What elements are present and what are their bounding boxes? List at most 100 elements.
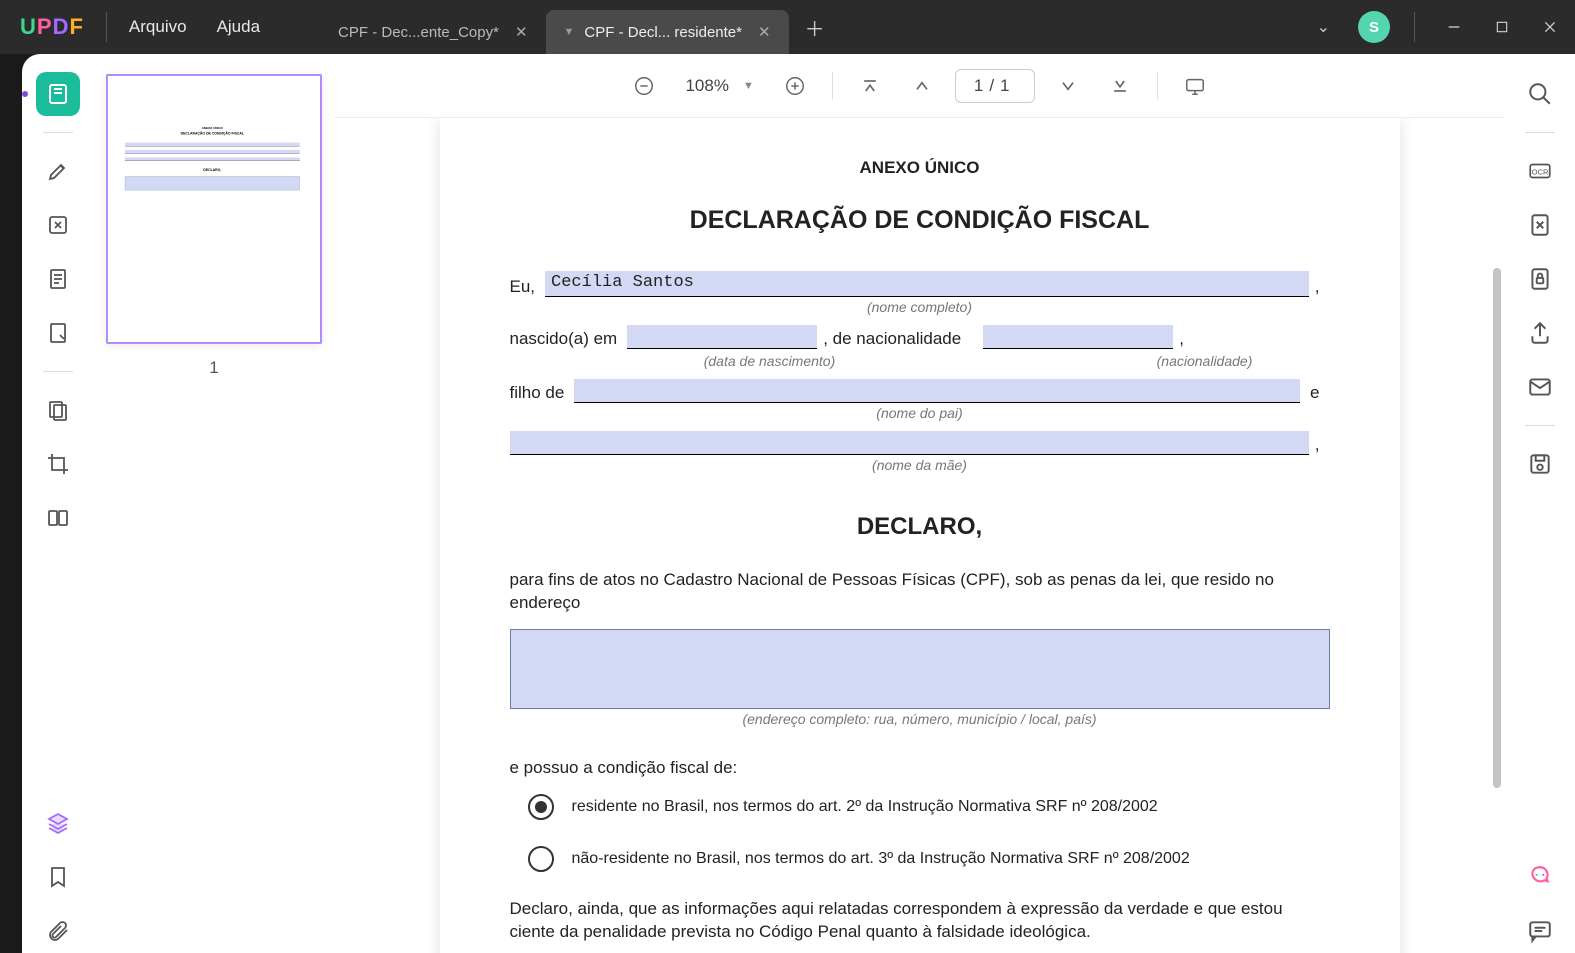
menu-arquivo[interactable]: Arquivo — [129, 17, 187, 37]
active-indicator — [22, 91, 28, 97]
left-toolbar — [22, 54, 94, 953]
radio-nao-residente[interactable] — [528, 846, 554, 872]
form-tool[interactable] — [36, 311, 80, 355]
endereco-field[interactable] — [510, 629, 1330, 709]
presentation-button[interactable] — [1176, 67, 1214, 105]
tab-strip: CPF - Dec...ente_Copy* ✕ ▼ CPF - Decl...… — [320, 0, 833, 54]
app-logo: UPDF — [20, 14, 84, 40]
scrollbar-track — [1491, 148, 1501, 923]
radio-residente[interactable] — [528, 794, 554, 820]
zoom-out-button[interactable] — [625, 67, 663, 105]
attachment-tool[interactable] — [36, 909, 80, 953]
nome-field[interactable]: Cecília Santos — [545, 271, 1309, 297]
tab-label: CPF - Dec...ente_Copy* — [338, 24, 499, 41]
separator — [1414, 12, 1415, 42]
page-viewport[interactable]: ANEXO ÚNICO DECLARAÇÃO DE CONDIÇÃO FISCA… — [334, 118, 1505, 953]
compare-tool[interactable] — [36, 496, 80, 540]
organize-pages-tool[interactable] — [36, 388, 80, 432]
maximize-button[interactable] — [1487, 12, 1517, 42]
chevron-down-icon[interactable]: ▼ — [743, 80, 754, 92]
data-nascimento-field[interactable] — [627, 325, 817, 349]
separator — [1157, 72, 1158, 100]
bookmark-tool[interactable] — [36, 855, 80, 899]
hint-nome: (nome completo) — [510, 299, 1330, 315]
tab-active[interactable]: ▼ CPF - Decl... residente* ✕ — [546, 10, 789, 54]
hint-mae: (nome da mãe) — [510, 457, 1330, 473]
share-button[interactable] — [1518, 311, 1562, 355]
page-edit-tool[interactable] — [36, 257, 80, 301]
next-page-button[interactable] — [1049, 67, 1087, 105]
label-eu: Eu, — [510, 277, 546, 297]
layers-tool[interactable] — [36, 801, 80, 845]
menu-ajuda[interactable]: Ajuda — [217, 17, 260, 37]
document-area: 108%▼ 1/1 ANEXO ÚNICO DECLARAÇÃO DE COND… — [334, 54, 1505, 953]
zoom-in-button[interactable] — [776, 67, 814, 105]
divider — [43, 371, 73, 372]
convert-button[interactable] — [1518, 203, 1562, 247]
label-opcao2: não-residente no Brasil, nos termos do a… — [572, 850, 1190, 868]
edit-text-tool[interactable] — [36, 203, 80, 247]
divider — [43, 132, 73, 133]
anexo-heading: ANEXO ÚNICO — [510, 158, 1330, 178]
comma: , — [1309, 435, 1330, 455]
ai-assistant-button[interactable] — [1518, 855, 1562, 899]
nome-pai-field[interactable] — [574, 379, 1300, 403]
right-toolbar: OCR — [1505, 54, 1575, 953]
label-nacionalidade: , de nacionalidade — [817, 329, 971, 349]
pdf-page: ANEXO ÚNICO DECLARAÇÃO DE CONDIÇÃO FISCA… — [440, 118, 1400, 953]
separator — [832, 72, 833, 100]
ocr-button[interactable]: OCR — [1518, 149, 1562, 193]
paragraph-declaro-ainda: Declaro, ainda, que as informações aqui … — [510, 898, 1330, 944]
page-thumbnail[interactable]: ANEXO ÚNICO DECLARAÇÃO DE CONDIÇÃO FISCA… — [106, 74, 322, 344]
chevron-down-icon[interactable]: ▼ — [564, 26, 575, 38]
close-icon[interactable]: ✕ — [515, 23, 528, 41]
label-filho: filho de — [510, 383, 575, 403]
document-title: DECLARAÇÃO DE CONDIÇÃO FISCAL — [510, 206, 1330, 235]
paragraph-endereco: para fins de atos no Cadastro Nacional d… — [510, 569, 1330, 615]
new-tab-button[interactable]: ＋ — [797, 9, 833, 45]
comma: , — [1173, 329, 1194, 349]
title-bar: UPDF Arquivo Ajuda CPF - Dec...ente_Copy… — [0, 0, 1575, 54]
minimize-button[interactable] — [1439, 12, 1469, 42]
chevron-down-icon[interactable]: ⌄ — [1307, 11, 1340, 43]
label-nascido: nascido(a) em — [510, 329, 628, 349]
divider — [1525, 425, 1555, 426]
comma: , — [1309, 277, 1330, 297]
scrollbar-thumb[interactable] — [1493, 268, 1501, 788]
nacionalidade-field[interactable] — [983, 325, 1173, 349]
divider — [1525, 132, 1555, 133]
highlight-tool[interactable] — [36, 149, 80, 193]
last-page-button[interactable] — [1101, 67, 1139, 105]
hint-endereco: (endereço completo: rua, número, municíp… — [510, 711, 1330, 727]
prev-page-button[interactable] — [903, 67, 941, 105]
label-opcao1: residente no Brasil, nos termos do art. … — [572, 798, 1158, 816]
first-page-button[interactable] — [851, 67, 889, 105]
close-button[interactable] — [1535, 12, 1565, 42]
protect-button[interactable] — [1518, 257, 1562, 301]
avatar[interactable]: S — [1358, 11, 1390, 43]
close-icon[interactable]: ✕ — [758, 23, 771, 41]
crop-tool[interactable] — [36, 442, 80, 486]
label-e: e — [1300, 383, 1329, 403]
reader-tool[interactable] — [36, 72, 80, 116]
svg-text:OCR: OCR — [1532, 167, 1549, 176]
view-toolbar: 108%▼ 1/1 — [334, 54, 1505, 118]
thumbnail-number: 1 — [106, 358, 322, 378]
paragraph-possuo: e possuo a condição fiscal de: — [510, 757, 1330, 780]
hint-pai: (nome do pai) — [510, 405, 1330, 421]
zoom-level[interactable]: 108%▼ — [677, 76, 761, 96]
thumbnail-panel: ANEXO ÚNICO DECLARAÇÃO DE CONDIÇÃO FISCA… — [94, 54, 334, 953]
search-button[interactable] — [1518, 72, 1562, 116]
declaro-heading: DECLARO, — [510, 513, 1330, 541]
email-button[interactable] — [1518, 365, 1562, 409]
tab-label: CPF - Decl... residente* — [584, 24, 742, 41]
hint-nacionalidade: (nacionalidade) — [1080, 353, 1330, 369]
page-indicator[interactable]: 1/1 — [955, 69, 1035, 103]
workspace: ANEXO ÚNICO DECLARAÇÃO DE CONDIÇÃO FISCA… — [22, 54, 1575, 953]
tab-inactive[interactable]: CPF - Dec...ente_Copy* ✕ — [320, 10, 545, 54]
comment-button[interactable] — [1518, 909, 1562, 953]
nome-mae-field[interactable] — [510, 431, 1309, 455]
hint-data: (data de nascimento) — [620, 353, 920, 369]
separator — [106, 12, 107, 42]
save-button[interactable] — [1518, 442, 1562, 486]
